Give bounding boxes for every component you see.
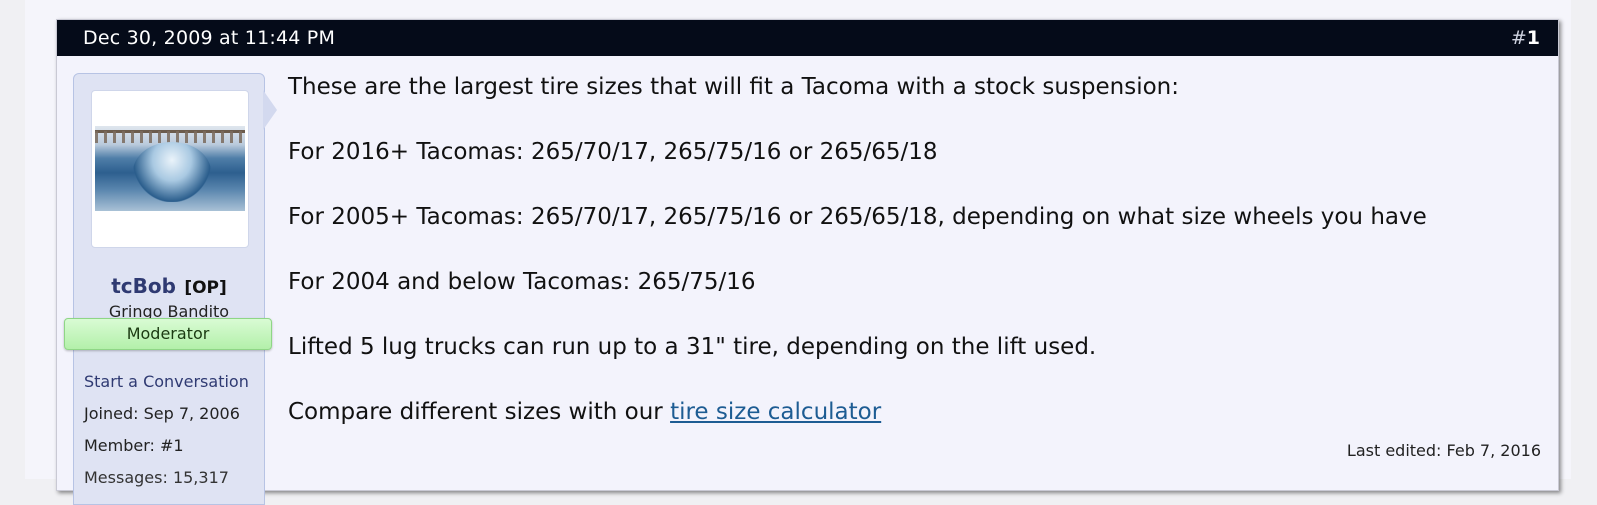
last-edited: Last edited: Feb 7, 2016: [1346, 441, 1541, 460]
op-badge: [OP]: [184, 278, 227, 298]
message-count: Messages: 15,317: [84, 468, 229, 487]
user-info-panel: tcBob [OP] Gringo Bandito Start a Conver…: [73, 73, 265, 505]
user-panel-pointer: [263, 90, 277, 130]
username-link[interactable]: tcBob: [111, 274, 176, 298]
member-number: Member: #1: [84, 436, 184, 455]
avatar[interactable]: [91, 90, 249, 248]
post-text-line-with-link: Compare different sizes with our tire si…: [288, 395, 1538, 430]
joined-date: Joined: Sep 7, 2006: [84, 404, 240, 423]
post-text-line: These are the largest tire sizes that wi…: [288, 74, 1179, 100]
moderator-banner: Moderator: [64, 318, 272, 350]
tire-size-calculator-link[interactable]: tire size calculator: [670, 399, 881, 425]
post-body: These are the largest tire sizes that wi…: [288, 70, 1538, 460]
post-text-line: For 2005+ Tacomas: 265/70/17, 265/75/16 …: [288, 204, 1427, 230]
post-permalink[interactable]: #1: [1511, 27, 1540, 49]
post-number-hash: #: [1510, 27, 1527, 49]
forum-post: Dec 30, 2009 at 11:44 PM #1 tcBob [OP] G…: [56, 19, 1559, 505]
post-text-line: Lifted 5 lug trucks can run up to a 31" …: [288, 334, 1097, 360]
post-date: Dec 30, 2009 at 11:44 PM: [83, 27, 336, 49]
avatar-wave: [133, 142, 211, 202]
start-conversation-link[interactable]: Start a Conversation: [84, 372, 249, 391]
post-header: Dec 30, 2009 at 11:44 PM #1: [57, 20, 1558, 56]
post-text-prefix: Compare different sizes with our: [288, 399, 671, 425]
avatar-image: [95, 126, 245, 211]
username-line: tcBob [OP]: [74, 274, 264, 298]
post-text-line: For 2016+ Tacomas: 265/70/17, 265/75/16 …: [288, 139, 938, 165]
post-number: 1: [1526, 27, 1540, 49]
post-text-line: For 2004 and below Tacomas: 265/75/16: [288, 269, 756, 295]
